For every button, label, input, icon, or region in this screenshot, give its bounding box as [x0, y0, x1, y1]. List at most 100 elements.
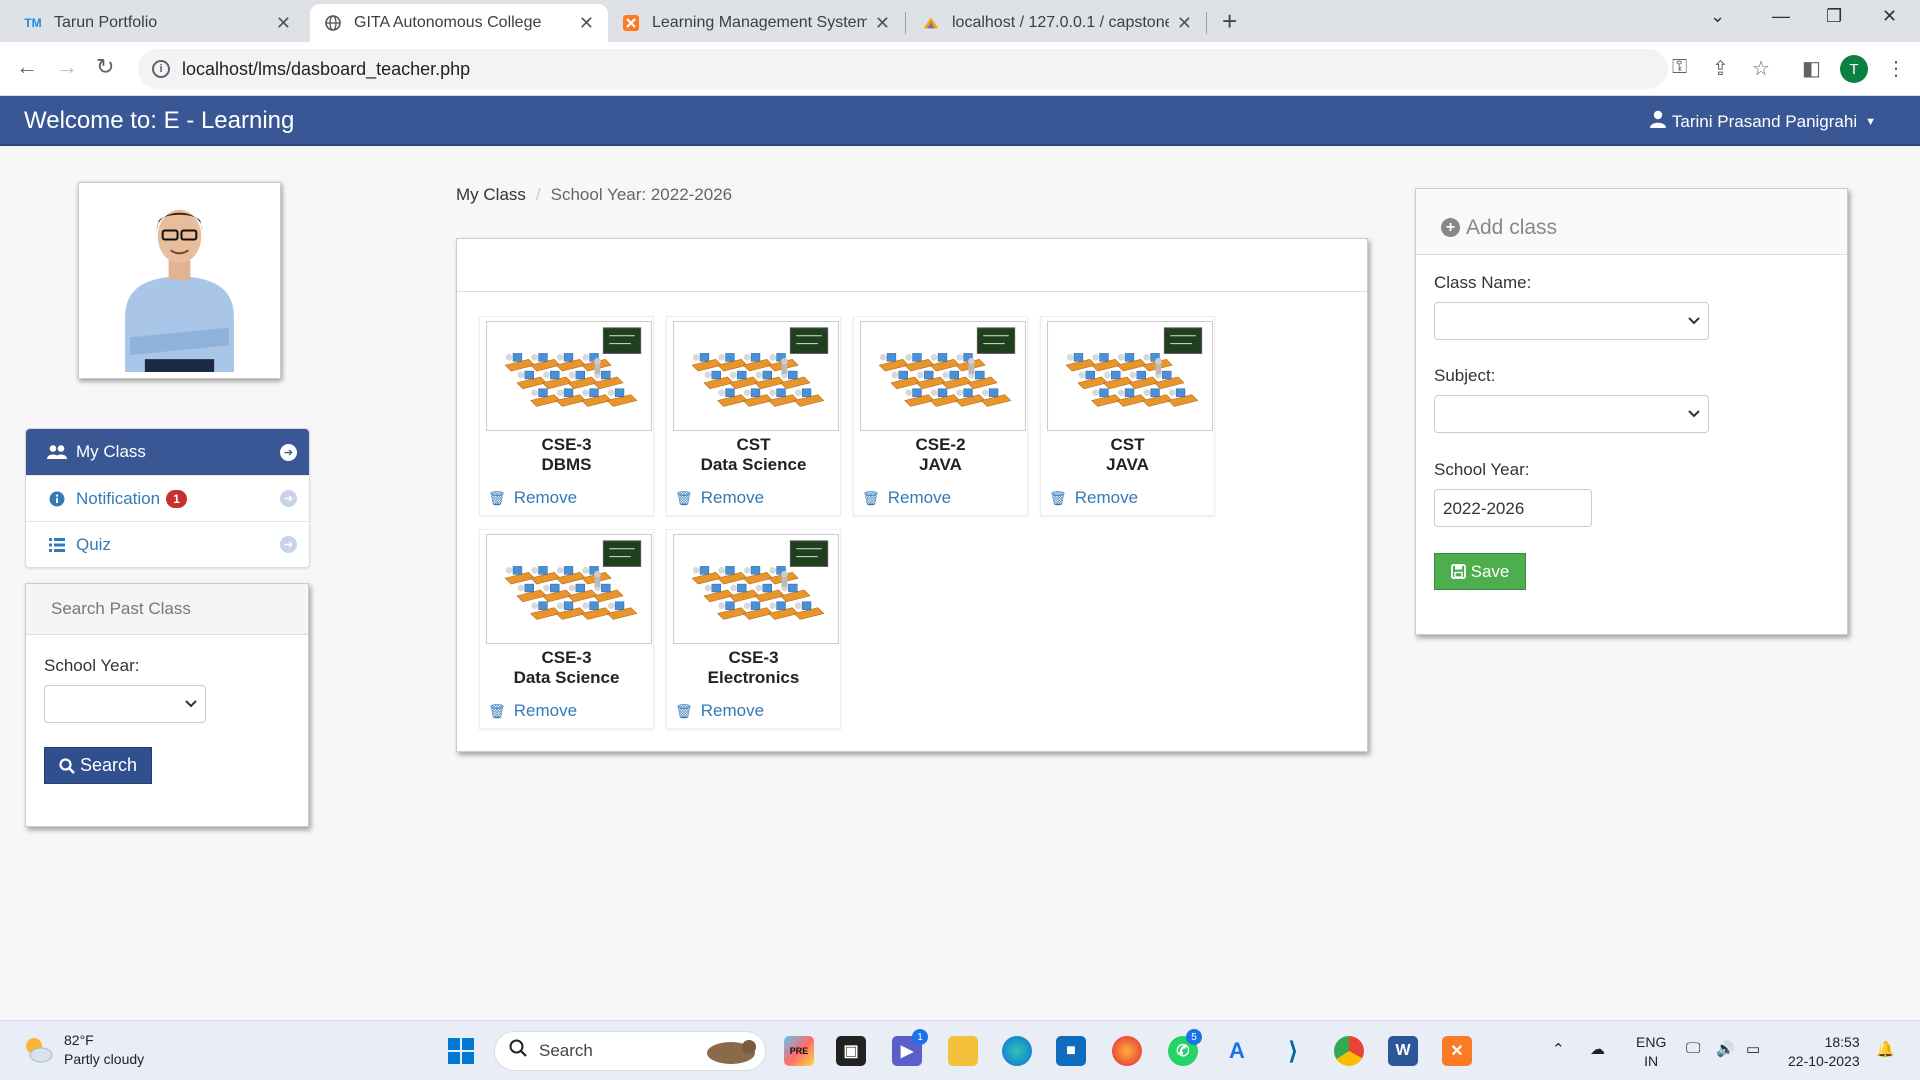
class-subject: Electronics — [707, 668, 800, 687]
class-name[interactable]: CSE-3 Electronics — [667, 648, 840, 688]
close-tab-icon[interactable]: ✕ — [579, 13, 594, 34]
school-year-label: School Year: — [44, 656, 140, 675]
tray-chevron-up-icon[interactable]: ⌃ — [1552, 1040, 1565, 1058]
notification-bell-icon[interactable]: 🔔 — [1876, 1040, 1895, 1058]
class-name[interactable]: CSE-3 Data Science — [480, 648, 653, 688]
onedrive-icon[interactable]: ☁ — [1590, 1040, 1605, 1058]
store-icon[interactable]: ■ — [1056, 1036, 1086, 1066]
sidebar-item-quiz[interactable]: Quiz ➔ — [26, 521, 309, 567]
classroom-thumbnail — [673, 321, 839, 431]
class-card: CSE-3 DBMS 🗑 Remove — [479, 316, 654, 516]
remove-class-link[interactable]: 🗑 Remove — [675, 488, 764, 508]
language-indicator[interactable]: ENG IN — [1636, 1033, 1666, 1071]
sidebar-item-notification[interactable]: Notification 1 ➔ — [26, 475, 309, 521]
task-view-icon[interactable]: ▣ — [836, 1036, 866, 1066]
tab-title: localhost / 127.0.0.1 / capstone — [952, 14, 1169, 31]
brand-title[interactable]: Welcome to: E - Learning — [24, 107, 294, 135]
restore-icon[interactable]: ❐ — [1826, 6, 1842, 27]
save-button[interactable]: Save — [1434, 553, 1526, 590]
my-class-panel: CSE-3 DBMS 🗑 Remove CST Data Science 🗑 Remov… — [456, 238, 1368, 752]
edge-icon[interactable] — [1002, 1036, 1032, 1066]
person-photo-image — [85, 189, 274, 372]
file-explorer-icon[interactable] — [948, 1036, 978, 1066]
windows-start-icon[interactable] — [446, 1036, 476, 1066]
remove-class-link[interactable]: 🗑 Remove — [1049, 488, 1138, 508]
school-year-input[interactable]: 2022-2026 — [1434, 489, 1592, 527]
volume-icon[interactable]: 🔊 — [1716, 1040, 1735, 1058]
firefox-icon[interactable] — [1112, 1036, 1142, 1066]
class-card: CSE-3 Data Science 🗑 Remove — [479, 529, 654, 729]
search-icon — [509, 1039, 527, 1063]
chevron-right-circle-icon: ➔ — [280, 443, 297, 461]
trash-icon: 🗑 — [1049, 489, 1067, 506]
key-icon[interactable]: ⚿ — [1672, 56, 1687, 79]
remove-class-link[interactable]: 🗑 Remove — [488, 701, 577, 721]
save-floppy-icon — [1450, 564, 1466, 579]
class-subject: JAVA — [1106, 455, 1149, 474]
vscode-icon[interactable]: ⟩ — [1278, 1036, 1308, 1066]
site-info-icon[interactable]: i — [152, 60, 170, 78]
past-school-year-select[interactable] — [44, 685, 206, 723]
share-icon[interactable]: ⇪ — [1712, 56, 1729, 81]
minimize-icon[interactable]: — — [1772, 6, 1790, 27]
back-icon[interactable]: ← — [16, 54, 38, 80]
search-button[interactable]: Search — [44, 747, 152, 784]
side-panel-icon[interactable]: ◧ — [1802, 56, 1821, 81]
chrome-icon[interactable] — [1334, 1036, 1364, 1066]
subject-label: Subject: — [1434, 366, 1496, 385]
tab-tarun-portfolio[interactable]: TM Tarun Portfolio ✕ — [10, 4, 305, 42]
taskbar-search[interactable]: Search — [494, 1031, 766, 1071]
subject-select[interactable] — [1434, 395, 1709, 433]
trash-icon: 🗑 — [675, 702, 693, 719]
network-icon[interactable]: 🖵 — [1686, 1040, 1700, 1057]
remove-class-link[interactable]: 🗑 Remove — [675, 701, 764, 721]
tab-phpmyadmin[interactable]: localhost / 127.0.0.1 / capstone ✕ — [908, 4, 1206, 42]
menu-kebab-icon[interactable]: ⋮ — [1886, 56, 1906, 81]
class-name[interactable]: CST Data Science — [667, 435, 840, 475]
battery-icon[interactable]: ▭ — [1746, 1040, 1760, 1058]
remove-class-link[interactable]: 🗑 Remove — [862, 488, 951, 508]
breadcrumb-separator: / — [535, 185, 541, 204]
copilot-icon[interactable]: PRE — [784, 1036, 814, 1066]
tab-gita-college[interactable]: GITA Autonomous College ✕ — [310, 4, 608, 42]
remove-class-link[interactable]: 🗑 Remove — [488, 488, 577, 508]
class-subject: Data Science — [513, 668, 620, 687]
class-section: CSE-3 — [728, 648, 779, 667]
class-card: CST JAVA 🗑 Remove — [1040, 316, 1215, 516]
class-section: CST — [736, 435, 771, 454]
sidebar-item-my-class[interactable]: My Class ➔ — [26, 429, 309, 475]
bookmark-star-icon[interactable]: ☆ — [1752, 56, 1770, 81]
word-icon[interactable]: W — [1388, 1036, 1418, 1066]
class-name[interactable]: CST JAVA — [1041, 435, 1214, 475]
remove-label: Remove — [513, 488, 578, 507]
class-section: CSE-3 — [541, 435, 592, 454]
class-card: CSE-3 Electronics 🗑 Remove — [666, 529, 841, 729]
info-icon — [46, 491, 68, 507]
weather-desc: Partly cloudy — [64, 1051, 145, 1067]
breadcrumb-my-class[interactable]: My Class — [456, 185, 526, 205]
reload-icon[interactable]: ↻ — [96, 54, 114, 80]
weather-widget[interactable]: 82°F Partly cloudy — [22, 1031, 144, 1069]
close-tab-icon[interactable]: ✕ — [1177, 13, 1192, 34]
class-name[interactable]: CSE-2 JAVA — [854, 435, 1027, 475]
tab-title: GITA Autonomous College — [354, 14, 542, 31]
address-bar[interactable]: i localhost/lms/dasboard_teacher.php — [138, 49, 1668, 89]
close-tab-icon[interactable]: ✕ — [875, 13, 890, 34]
forward-icon[interactable]: → — [56, 54, 78, 80]
class-card: CST Data Science 🗑 Remove — [666, 316, 841, 516]
close-window-icon[interactable]: ✕ — [1882, 6, 1897, 27]
user-menu[interactable]: Tarini Prasand Panigrahi ▼ — [1649, 110, 1876, 133]
close-tab-icon[interactable]: ✕ — [276, 13, 291, 34]
class-name-select[interactable] — [1434, 302, 1709, 340]
tab-search-chevron-icon[interactable]: ⌄ — [1710, 6, 1725, 27]
class-name[interactable]: CSE-3 DBMS — [480, 435, 653, 475]
system-clock[interactable]: 18:53 22-10-2023 — [1788, 1033, 1860, 1071]
clock-date: 22-10-2023 — [1788, 1053, 1860, 1069]
new-tab-icon[interactable]: + — [1222, 6, 1237, 37]
remove-label: Remove — [887, 488, 952, 507]
user-icon — [1649, 110, 1666, 133]
browser-profile-avatar[interactable]: T — [1840, 55, 1868, 83]
xampp-icon[interactable]: ✕ — [1442, 1036, 1472, 1066]
translate-app-icon[interactable]: A — [1222, 1036, 1252, 1066]
tab-lms[interactable]: Learning Management System ✕ — [608, 4, 904, 42]
